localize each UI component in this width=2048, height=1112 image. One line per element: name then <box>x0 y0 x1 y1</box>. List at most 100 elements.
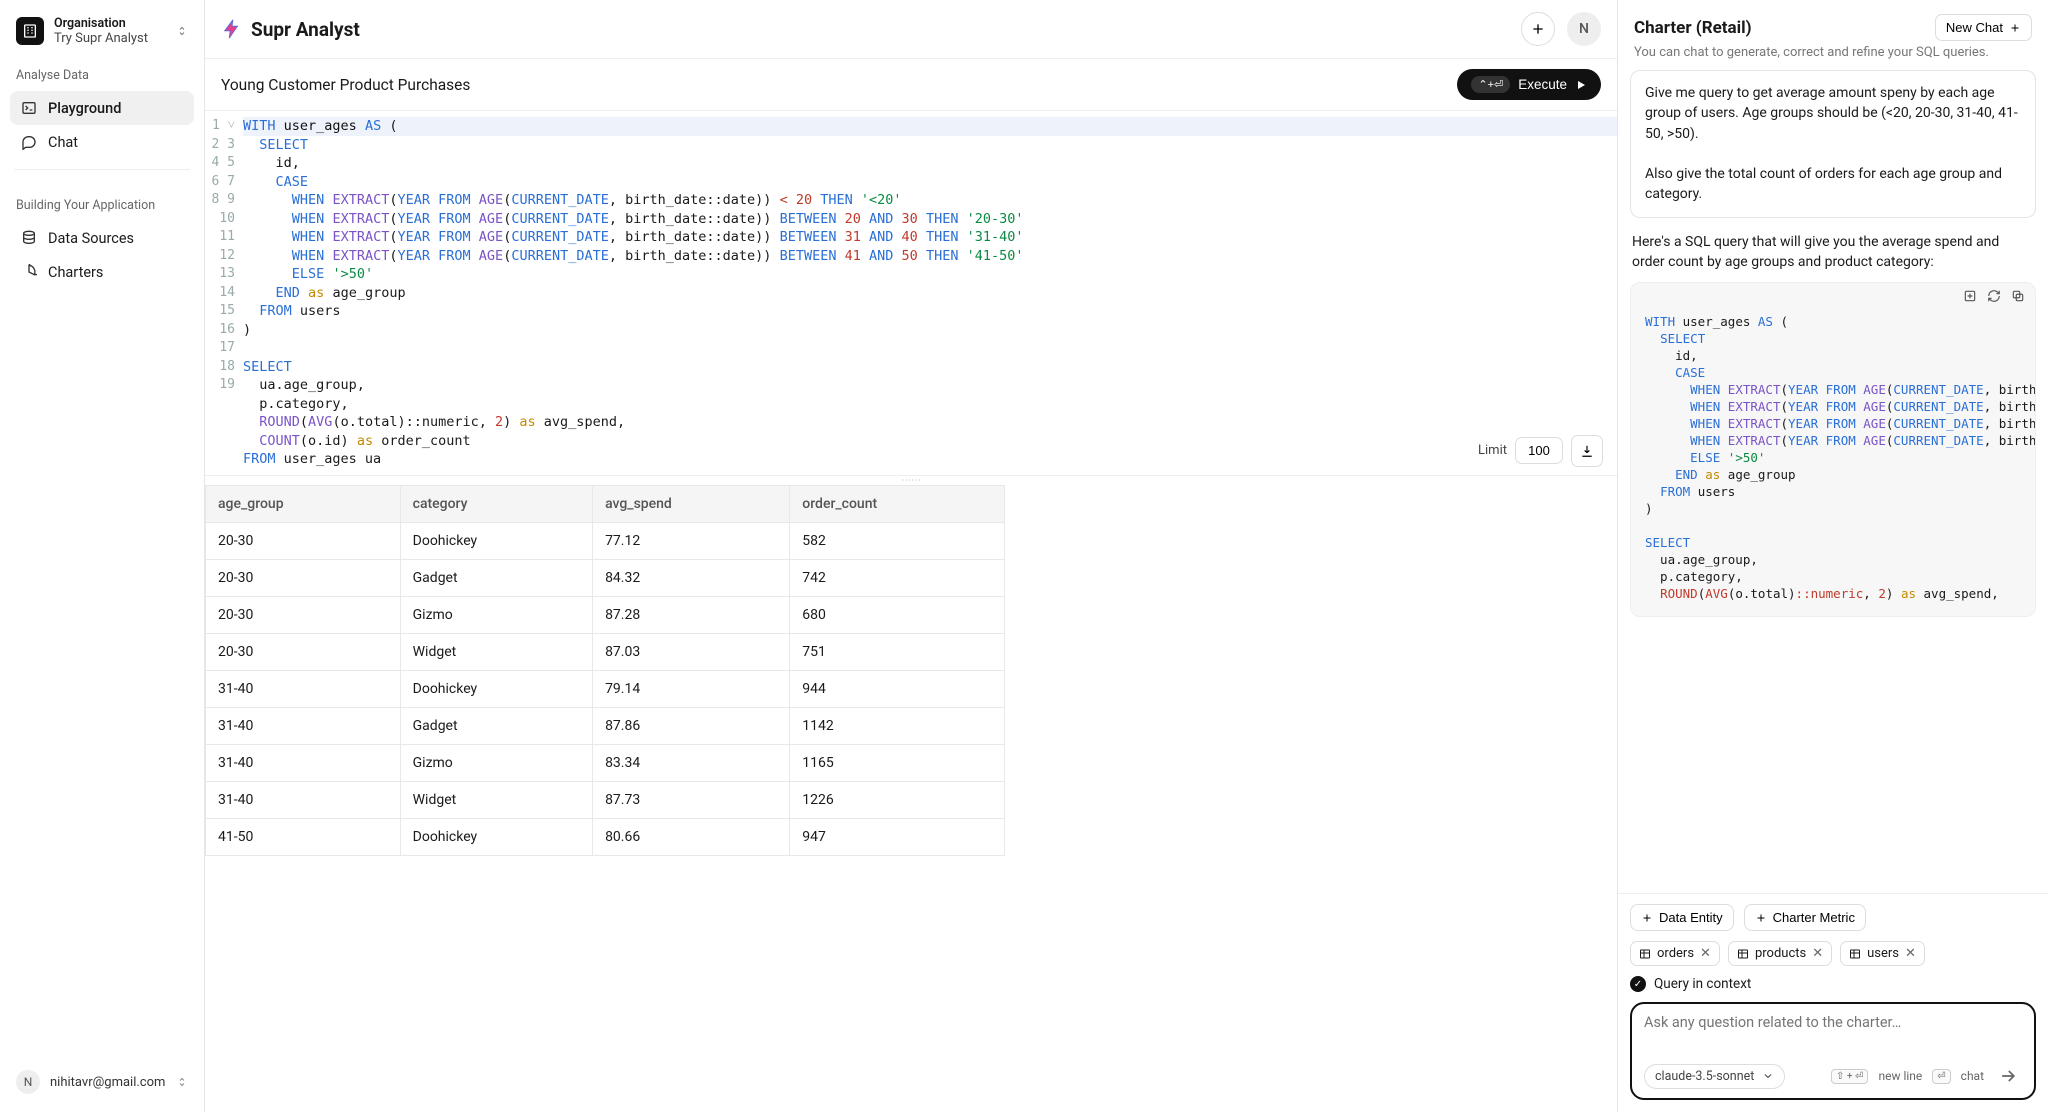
chat-title: Charter (Retail) <box>1634 18 1752 38</box>
user-menu[interactable]: N nihitavr@gmail.com <box>10 1064 194 1100</box>
editor-code[interactable]: WITH user_ages AS ( SELECT id, CASE WHEN… <box>243 111 1617 475</box>
chat-input-box: claude-3.5-sonnet ⇧ + ⏎ new line ⏎ chat <box>1630 1002 2036 1100</box>
model-select[interactable]: claude-3.5-sonnet <box>1644 1064 1785 1089</box>
nav-chat[interactable]: Chat <box>10 125 194 159</box>
editor-gutter: 1 ˅ 2 3 4 5 6 7 8 9 10 11 12 13 14 15 16… <box>205 111 243 475</box>
nav-divider <box>14 169 190 170</box>
terminal-icon <box>20 99 38 117</box>
insert-icon[interactable] <box>1963 289 1977 303</box>
remove-tag-icon[interactable]: ✕ <box>1812 946 1823 961</box>
remove-tag-icon[interactable]: ✕ <box>1905 946 1916 961</box>
new-chat-button[interactable]: New Chat <box>1935 14 2032 41</box>
nav-playground-label: Playground <box>48 100 121 117</box>
plus-icon <box>1755 912 1767 924</box>
add-data-entity-button[interactable]: Data Entity <box>1630 904 1734 931</box>
nav-datasources-label: Data Sources <box>48 230 134 247</box>
results-table-wrap[interactable]: age_groupcategoryavg_spendorder_count 20… <box>205 485 1617 1112</box>
execute-label: Execute <box>1518 77 1567 92</box>
chat-body[interactable]: Give me query to get average amount spen… <box>1618 70 2048 893</box>
new-button[interactable] <box>1521 12 1555 46</box>
table-row: 31-40Doohickey79.14944 <box>206 670 1005 707</box>
copy-icon[interactable] <box>2011 289 2025 303</box>
nav-charters[interactable]: Charters <box>10 255 194 289</box>
table-icon <box>1639 948 1651 960</box>
model-name: claude-3.5-sonnet <box>1655 1069 1754 1084</box>
brand-name: Supr Analyst <box>251 18 360 41</box>
chevron-down-icon <box>1762 1070 1774 1082</box>
kbd-newline: ⇧ + ⏎ <box>1831 1069 1868 1084</box>
col-age_group[interactable]: age_group <box>206 485 401 522</box>
check-icon: ✓ <box>1630 976 1646 992</box>
assistant-message: Here's a SQL query that will give you th… <box>1630 232 2036 283</box>
resize-handle[interactable]: ⋯⋯ <box>205 475 1617 485</box>
col-order_count[interactable]: order_count <box>790 485 1005 522</box>
hint-newline: new line <box>1878 1069 1922 1083</box>
org-icon <box>16 17 44 45</box>
plus-icon <box>1641 912 1653 924</box>
input-hints: ⇧ + ⏎ new line ⏎ chat <box>1831 1062 2022 1090</box>
context-label: Query in context <box>1654 976 1751 992</box>
section-analyse: Analyse Data <box>10 50 194 91</box>
hint-chat: chat <box>1961 1069 1984 1083</box>
user-avatar: N <box>16 1070 40 1094</box>
chat-input[interactable] <box>1644 1014 2022 1050</box>
nav-playground[interactable]: Playground <box>10 91 194 125</box>
user-message: Give me query to get average amount spen… <box>1630 70 2036 218</box>
refresh-icon[interactable] <box>1987 289 2001 303</box>
context-row: ✓ Query in context <box>1630 976 2036 992</box>
org-name: Try Supr Analyst <box>54 31 148 46</box>
tag-orders[interactable]: orders✕ <box>1630 941 1720 966</box>
table-row: 31-40Gadget87.861142 <box>206 707 1005 744</box>
limit-input[interactable] <box>1515 437 1563 464</box>
table-row: 20-30Gizmo87.28680 <box>206 596 1005 633</box>
profile-avatar[interactable]: N <box>1567 12 1601 46</box>
table-row: 20-30Widget87.03751 <box>206 633 1005 670</box>
limit-label: Limit <box>1478 443 1507 458</box>
kbd-chat: ⏎ <box>1932 1069 1950 1084</box>
table-icon <box>1737 948 1749 960</box>
nav-datasources[interactable]: Data Sources <box>10 221 194 255</box>
chevron-updown-icon <box>176 1074 188 1090</box>
tag-users[interactable]: users✕ <box>1840 941 1925 966</box>
center-pane: Supr Analyst N Young Customer Product Pu… <box>205 0 1618 1112</box>
chat-icon <box>20 133 38 151</box>
database-icon <box>20 229 38 247</box>
nav-charters-label: Charters <box>48 264 103 281</box>
add-charter-metric-button[interactable]: Charter Metric <box>1744 904 1866 931</box>
composer: Data Entity Charter Metric orders✕ produc… <box>1618 893 2048 1112</box>
table-row: 20-30Gadget84.32742 <box>206 559 1005 596</box>
chevron-updown-icon <box>176 23 188 39</box>
org-switcher[interactable]: Organisation Try Supr Analyst <box>10 12 194 50</box>
table-row: 41-50Doohickey80.66947 <box>206 818 1005 855</box>
user-email: nihitavr@gmail.com <box>50 1075 165 1090</box>
assistant-code: WITH user_ages AS ( SELECT id, CASE WHEN… <box>1631 309 2035 616</box>
limit-controls: Limit <box>1478 435 1603 467</box>
col-avg_spend[interactable]: avg_spend <box>593 485 790 522</box>
chat-panel: Charter (Retail) New Chat You can chat t… <box>1618 0 2048 1112</box>
sidebar: Organisation Try Supr Analyst Analyse Da… <box>0 0 205 1112</box>
org-label: Organisation <box>54 16 148 31</box>
download-button[interactable] <box>1571 435 1603 467</box>
send-button[interactable] <box>1994 1062 2022 1090</box>
piechart-icon <box>20 263 38 281</box>
nav-chat-label: Chat <box>48 134 78 151</box>
sql-editor[interactable]: 1 ˅ 2 3 4 5 6 7 8 9 10 11 12 13 14 15 16… <box>205 111 1617 475</box>
remove-tag-icon[interactable]: ✕ <box>1700 946 1711 961</box>
brand: Supr Analyst <box>221 18 360 41</box>
col-category[interactable]: category <box>400 485 592 522</box>
table-row: 31-40Gizmo83.341165 <box>206 744 1005 781</box>
query-header: Young Customer Product Purchases ⌃+⏎ Exe… <box>205 58 1617 111</box>
tag-products[interactable]: products✕ <box>1728 941 1832 966</box>
plus-icon <box>2009 22 2021 34</box>
table-row: 20-30Doohickey77.12582 <box>206 522 1005 559</box>
chat-subtitle: You can chat to generate, correct and re… <box>1618 45 2048 70</box>
org-text: Organisation Try Supr Analyst <box>54 16 148 46</box>
execute-button[interactable]: ⌃+⏎ Execute <box>1457 69 1601 100</box>
results-table: age_groupcategoryavg_spendorder_count 20… <box>205 485 1005 856</box>
topbar: Supr Analyst N <box>205 0 1617 58</box>
section-building: Building Your Application <box>10 180 194 221</box>
table-icon <box>1849 948 1861 960</box>
query-title: Young Customer Product Purchases <box>221 76 470 94</box>
new-chat-label: New Chat <box>1946 20 2003 35</box>
table-row: 31-40Widget87.731226 <box>206 781 1005 818</box>
